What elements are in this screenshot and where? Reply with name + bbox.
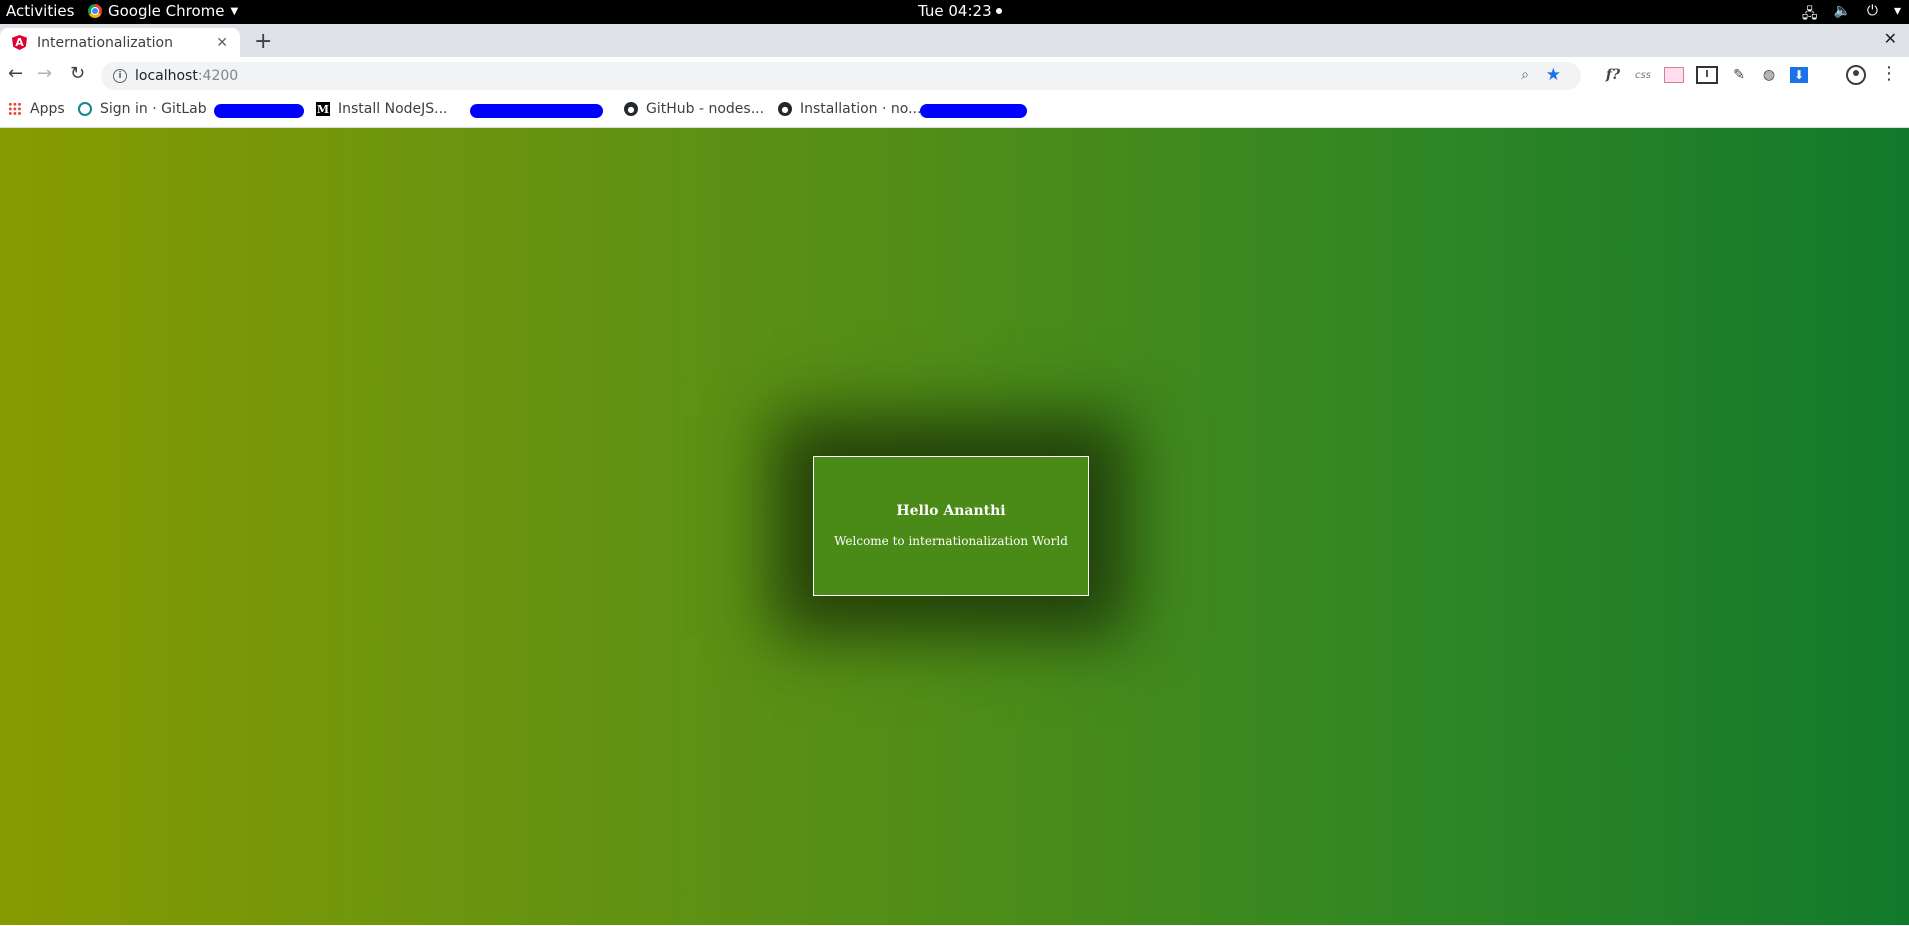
tab-internationalization[interactable]: A Internationalization ✕ bbox=[0, 28, 240, 57]
bookmarks-bar: Apps Sign in · GitLab M Install NodeJS..… bbox=[0, 94, 1909, 128]
github-icon: ● bbox=[624, 102, 638, 116]
bookmark-apps[interactable]: Apps bbox=[8, 101, 65, 117]
redacted-bookmark[interactable] bbox=[214, 104, 304, 118]
url-text[interactable]: localhost:4200 bbox=[135, 68, 238, 84]
clock-text: Tue 04:23 bbox=[918, 2, 992, 20]
page-viewport: Hello Ananthi Welcome to internationaliz… bbox=[0, 128, 1909, 925]
caret-down-icon: ▼ bbox=[230, 5, 239, 17]
tab-title: Internationalization bbox=[37, 34, 173, 51]
gitlab-icon bbox=[78, 102, 92, 116]
welcome-message: Welcome to internationalization World bbox=[834, 534, 1068, 548]
welcome-card: Hello Ananthi Welcome to internationaliz… bbox=[813, 456, 1089, 596]
redacted-bookmark[interactable] bbox=[470, 104, 603, 118]
calendar-extension-icon[interactable] bbox=[1664, 67, 1684, 83]
formula-extension-icon[interactable]: f? bbox=[1604, 67, 1622, 83]
bookmark-install-nodejs[interactable]: M Install NodeJS... bbox=[316, 101, 448, 117]
angular-favicon-icon: A bbox=[12, 35, 27, 50]
browser-toolbar: ← → ↻ i localhost:4200 ⌕ ★ f? css I ✎ ◍ … bbox=[0, 57, 1909, 94]
chrome-menu-icon[interactable]: ⋮ bbox=[1880, 63, 1898, 84]
forward-button[interactable]: → bbox=[37, 63, 52, 84]
url-port: :4200 bbox=[197, 68, 239, 84]
github-icon: ● bbox=[778, 102, 792, 116]
bookmark-installation[interactable]: ● Installation · no... bbox=[778, 101, 921, 117]
reload-button[interactable]: ↻ bbox=[70, 63, 85, 84]
css-extension-icon[interactable]: css bbox=[1634, 70, 1652, 81]
clock[interactable]: Tue 04:23 bbox=[918, 2, 1002, 20]
bookmark-github-nodes[interactable]: ● GitHub - nodes... bbox=[624, 101, 764, 117]
apps-grid-icon bbox=[8, 102, 22, 116]
bookmark-label: Sign in · GitLab bbox=[100, 101, 207, 117]
app-menu[interactable]: Google Chrome ▼ bbox=[88, 2, 238, 20]
bookmark-gitlab[interactable]: Sign in · GitLab bbox=[78, 101, 207, 117]
tab-strip: A Internationalization ✕ + ✕ bbox=[0, 24, 1909, 57]
window-close-button[interactable]: ✕ bbox=[1884, 29, 1897, 48]
zoom-icon[interactable]: ⌕ bbox=[1521, 67, 1529, 83]
pen-extension-icon[interactable]: ✎ bbox=[1730, 67, 1748, 83]
download-extension-icon[interactable]: ⬇ bbox=[1790, 67, 1808, 83]
activities-button[interactable]: Activities bbox=[6, 2, 74, 20]
greeting-heading: Hello Ananthi bbox=[896, 503, 1006, 519]
system-top-bar: Activities Google Chrome ▼ Tue 04:23 🖧 🔈… bbox=[0, 0, 1909, 24]
i-box-extension-icon[interactable]: I bbox=[1696, 66, 1718, 84]
bookmark-label: Install NodeJS... bbox=[338, 101, 448, 117]
chrome-icon bbox=[88, 4, 102, 18]
back-button[interactable]: ← bbox=[8, 63, 23, 84]
new-tab-button[interactable]: + bbox=[254, 29, 272, 54]
notification-dot-icon bbox=[995, 8, 1002, 14]
url-host: localhost bbox=[135, 68, 198, 84]
bookmark-label: GitHub - nodes... bbox=[646, 101, 765, 117]
address-bar[interactable]: i localhost:4200 ⌕ ★ bbox=[101, 62, 1581, 90]
bookmark-star-icon[interactable]: ★ bbox=[1546, 65, 1561, 85]
medium-icon: M bbox=[316, 102, 330, 116]
redacted-bookmark[interactable] bbox=[920, 104, 1027, 118]
extensions-area: f? css I ✎ ◍ ⬇ bbox=[1604, 66, 1808, 84]
tab-close-icon[interactable]: ✕ bbox=[216, 35, 228, 51]
globe-extension-icon[interactable]: ◍ bbox=[1760, 67, 1778, 83]
profile-avatar-icon[interactable] bbox=[1846, 65, 1866, 85]
bookmark-label: Apps bbox=[30, 101, 65, 117]
site-info-icon[interactable]: i bbox=[113, 69, 127, 83]
bookmark-label: Installation · no... bbox=[800, 101, 922, 117]
app-menu-label: Google Chrome bbox=[108, 2, 225, 20]
